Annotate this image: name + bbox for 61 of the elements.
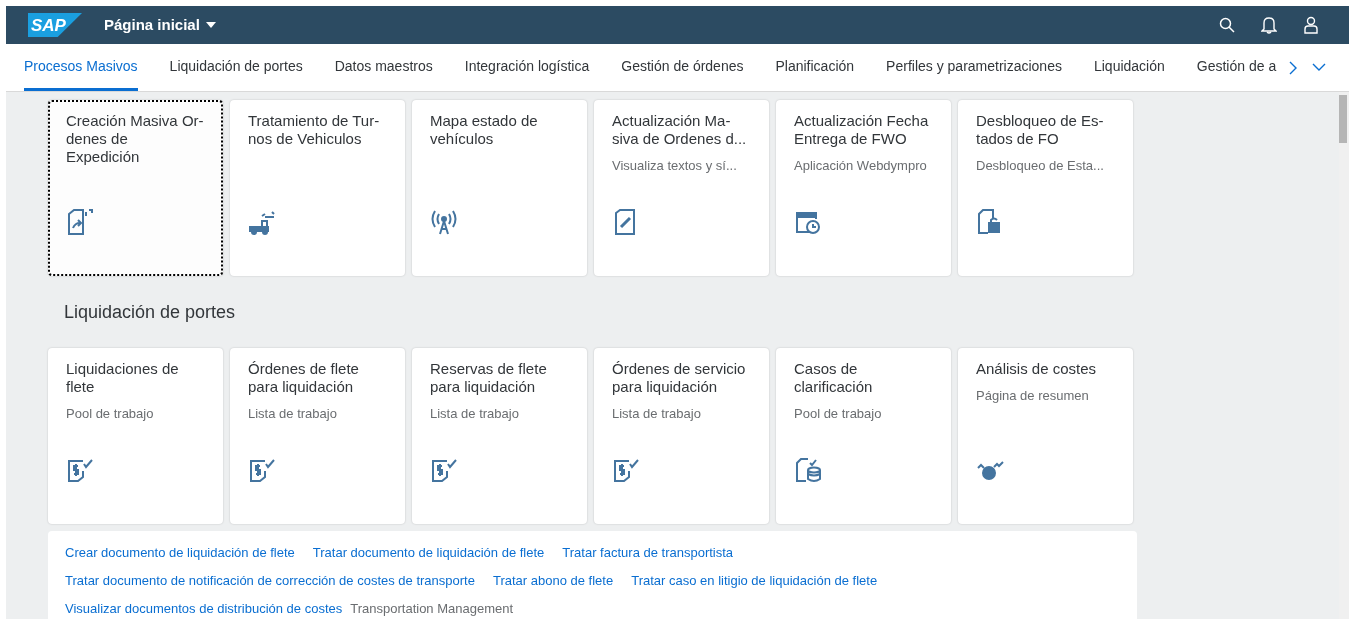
tile-title: Desbloqueo de Es- tados de FO: [976, 112, 1105, 148]
app-tile[interactable]: Órdenes de servicio para liquidación Lista de trabajo: [594, 348, 769, 524]
tile-subtitle: Lista de trabajo: [612, 405, 702, 423]
tile-title: Tratamiento de Tur- nos de Vehiculos: [248, 112, 381, 148]
link[interactable]: Visualizar documentos de distribución de costes: [65, 600, 343, 617]
tile-title: Creación Masiva Or- denes de Expedición: [66, 112, 205, 166]
notification-bell-icon[interactable]: [1261, 16, 1277, 34]
user-icon[interactable]: [1303, 16, 1319, 34]
chevron-right-icon[interactable]: [1288, 59, 1299, 76]
app-tile[interactable]: Órdenes de flete para liquidación Lista de trabajo: [230, 348, 405, 524]
search-icon[interactable]: [1219, 17, 1235, 33]
tile-title: Liquidaciones de flete: [66, 360, 180, 396]
tab[interactable]: Liquidación: [1093, 44, 1165, 91]
app-tile[interactable]: Liquidaciones de flete Pool de trabajo: [48, 348, 223, 524]
link[interactable]: Tratar documento de liquidación de flete: [312, 544, 545, 561]
link-group-label: Transportation Management: [350, 600, 514, 617]
tile-subtitle: Desbloqueo de Esta...: [976, 157, 1105, 175]
section-heading: Liquidación de portes: [64, 300, 236, 324]
link[interactable]: Crear documento de liquidación de flete: [65, 544, 295, 561]
tile-title: Actualización Fecha Entrega de FWO: [794, 112, 930, 148]
tile-title: Análisis de costes: [976, 360, 1098, 378]
tile-subtitle: Aplicación Webdympro: [794, 157, 928, 175]
truck-icon: [248, 208, 276, 236]
tile-title: Casos de clarificación: [794, 360, 874, 396]
tab[interactable]: Gestión de a: [1196, 44, 1277, 91]
tab[interactable]: Planificación: [775, 44, 855, 91]
app-tile[interactable]: Reservas de flete para liquidación Lista de trabajo: [412, 348, 587, 524]
document-share-icon: [66, 208, 94, 236]
app-tile[interactable]: Actualización Ma- siva de Ordenes d... Visualiza textos y sí...: [594, 100, 769, 276]
tile-title: Órdenes de servicio para liquidación: [612, 360, 747, 396]
caret-icon: [205, 22, 216, 28]
link[interactable]: Tratar caso en litigio de liquidación de flete: [631, 572, 878, 589]
database-document-icon: [794, 456, 822, 484]
tile-title: Órdenes de flete para liquidación: [248, 360, 360, 396]
page-title-menu[interactable]: Página inicial: [104, 13, 216, 37]
app-tile[interactable]: Mapa estado de vehículos: [412, 100, 587, 276]
tile-subtitle: Pool de trabajo: [66, 405, 155, 423]
tile-subtitle: Pool de trabajo: [794, 405, 883, 423]
tile-subtitle: Lista de trabajo: [430, 405, 520, 423]
tile-title: Actualización Ma- siva de Ordenes d...: [612, 112, 748, 148]
tab[interactable]: Gestión de órdenes: [621, 44, 744, 91]
tile-title: Reservas de flete para liquidación: [430, 360, 548, 396]
tab[interactable]: Datos maestros: [334, 44, 433, 91]
link[interactable]: Tratar factura de transportista: [562, 544, 734, 561]
link[interactable]: Tratar abono de flete: [492, 572, 614, 589]
app-tile[interactable]: Actualización Fecha Entrega de FWO Aplicación Webdympro: [776, 100, 951, 276]
link[interactable]: Tratar documento de notificación de corrección de costes de transporte: [65, 572, 475, 589]
app-tile[interactable]: Desbloqueo de Es- tados de FO Desbloqueo de Esta...: [958, 100, 1133, 276]
tile-subtitle: Página de resumen: [976, 387, 1090, 405]
app-tile[interactable]: Análisis de costes Página de resumen: [958, 348, 1133, 524]
tile-subtitle: Visualiza textos y sí...: [612, 157, 738, 175]
chevron-down-icon[interactable]: [1312, 63, 1327, 72]
tab[interactable]: Liquidación de portes: [169, 44, 303, 91]
app-tile[interactable]: Creación Masiva Or- denes de Expedición: [48, 100, 223, 276]
app-tile[interactable]: Tratamiento de Tur- nos de Vehiculos: [230, 100, 405, 276]
tile-subtitle: Lista de trabajo: [248, 405, 338, 423]
tile-title: Mapa estado de vehículos: [430, 112, 539, 148]
antenna-icon: [430, 208, 458, 236]
tab[interactable]: Integración logística: [464, 44, 590, 91]
app-tile[interactable]: Casos de clarificación Pool de trabajo: [776, 348, 951, 524]
tab[interactable]: Perfiles y parametrizaciones: [886, 44, 1062, 91]
